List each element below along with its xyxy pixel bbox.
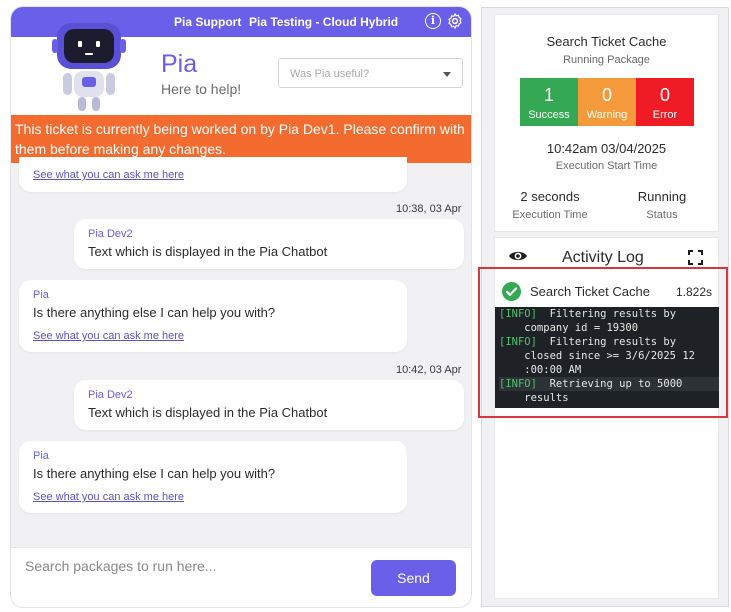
success-count: 1 [543,85,554,105]
highlight-box [478,267,728,418]
execution-start-time: 10:42am 03/04/2025 [546,141,667,156]
execution-time-value: 2 seconds [520,189,580,204]
bot-name: Pia [161,50,198,78]
chevron-down-icon [443,72,451,77]
success-count-badge: 1 Success [520,78,578,126]
gear-icon[interactable] [446,12,464,30]
message-text: Is there anything else I can help you wi… [33,466,276,481]
message-sender: Pia [33,289,49,301]
chat-header: Pia Here to help! Was Pia useful? [11,15,471,115]
message-text: Is there anything else I can help you wi… [33,305,276,320]
execution-start-label: Execution Start Time [555,160,658,172]
message-timestamp: 10:42, 03 Apr [396,364,462,376]
bot-message: Pia Is there anything else I can help yo… [19,441,407,513]
error-count: 0 [659,85,670,105]
send-button[interactable]: Send [371,560,456,596]
package-status-card: Search Ticket Cache Running Package 1 Su… [495,15,718,231]
user-message: Pia Dev2 Text which is displayed in the … [74,219,464,269]
error-label: Error [652,109,678,121]
message-text: Text which is displayed in the Pia Chatb… [88,405,328,420]
bot-subtitle: Here to help! [161,81,242,97]
ticket-warning-banner: This ticket is currently being worked on… [11,115,471,163]
environment-label[interactable]: Pia Testing - Cloud Hybrid [249,15,398,29]
warning-count: 0 [601,85,612,105]
chat-composer: Search packages to run here... Send [11,547,471,607]
bot-message: See what you can ask me here [19,157,407,192]
message-sender: Pia Dev2 [88,228,133,240]
package-search-input[interactable]: Search packages to run here... [25,558,216,574]
feedback-dropdown[interactable]: Was Pia useful? [278,58,463,88]
expand-icon[interactable] [688,250,703,265]
success-label: Success [528,109,570,121]
chat-panel: Pia Support Pia Testing - Cloud Hybrid i [11,7,471,607]
ask-me-link[interactable]: See what you can ask me here [33,330,184,342]
bot-message: Pia Is there anything else I can help yo… [19,280,407,352]
warning-count-badge: 0 Warning [578,78,636,126]
package-title: Search Ticket Cache [546,34,667,49]
ask-me-link[interactable]: See what you can ask me here [33,491,184,503]
error-count-badge: 0 Error [636,78,694,126]
message-sender: Pia [33,450,49,462]
pia-robot-avatar [52,15,126,111]
execution-time-label: Execution Time [512,209,588,221]
status-value: Running [637,189,687,204]
eye-icon[interactable] [508,249,528,263]
info-icon[interactable]: i [425,13,441,29]
pia-support-link[interactable]: Pia Support [174,15,241,29]
message-text: Text which is displayed in the Pia Chatb… [88,244,328,259]
activity-log-title: Activity Log [562,249,644,266]
package-subtitle: Running Package [563,54,650,66]
feedback-dropdown-placeholder: Was Pia useful? [290,68,370,80]
status-label: Status [646,209,678,221]
ask-me-link[interactable]: See what you can ask me here [33,169,184,181]
user-message: Pia Dev2 Text which is displayed in the … [74,380,464,430]
message-sender: Pia Dev2 [88,389,133,401]
message-timestamp: 10:38, 03 Apr [396,203,462,215]
warning-label: Warning [586,109,628,121]
